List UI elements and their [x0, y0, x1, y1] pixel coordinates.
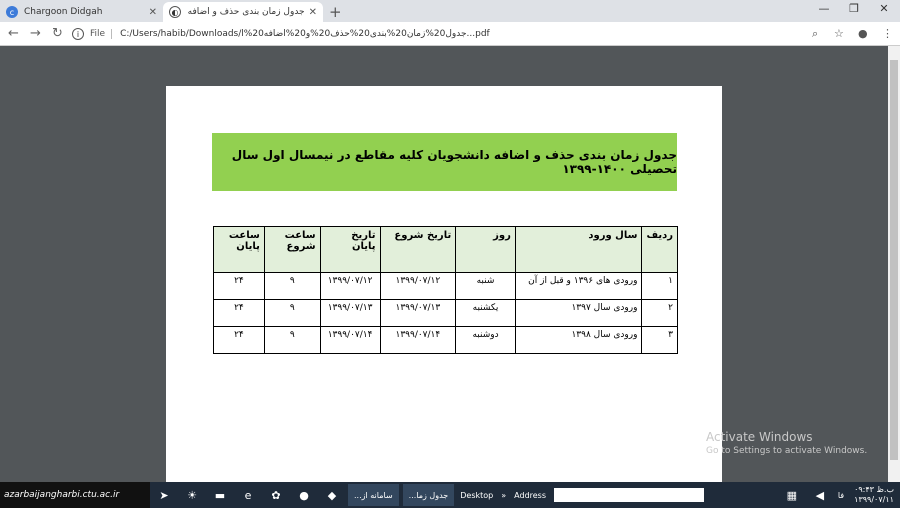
logo: azarbaijangharbi.ctu.ac.ir [0, 482, 150, 508]
schedule-table: ردیف سال ورود روز تاریخ شروع تاریخ پایان… [213, 226, 678, 354]
end-date: ۱۳۹۹/۰۷/۱۳ [319, 299, 381, 327]
edge-icon[interactable]: e [236, 485, 260, 505]
clock[interactable]: ۰۹:۴۳ ب.ظ ۱۳۹۹/۰۷/۱۱ [854, 485, 894, 505]
reload-button[interactable]: ↻ [52, 26, 63, 41]
minimize-button[interactable]: — [810, 2, 838, 15]
forward-button[interactable]: → [30, 26, 41, 41]
table-row: ۳ ورودی سال ۱۳۹۸ دوشنبه ۱۳۹۹/۰۷/۱۴ ۱۳۹۹/… [213, 326, 678, 354]
tab-pdf[interactable]: ◐ جدول زمان بندی حذف و اضافه ...pdf ✕ [163, 2, 323, 22]
close-window-button[interactable]: ✕ [870, 2, 898, 15]
menu-icon[interactable]: ⋮ [882, 27, 893, 40]
scrollbar[interactable] [888, 46, 900, 482]
url-text[interactable]: C:/Users/habib/Downloads/جدول20%زمان20%ب… [120, 29, 490, 39]
column-header: سال ورود [514, 226, 643, 273]
clock-time: ۰۹:۴۳ ب.ظ [854, 485, 894, 494]
taskbar: azarbaijangharbi.ctu.ac.ir ➤ ☀ ▬ e ✿ ● ◆… [0, 482, 900, 508]
language-indicator[interactable]: فا [838, 491, 844, 500]
activation-watermark: Activate Windows Go to Settings to activ… [706, 430, 867, 456]
taskbar-item-firefox[interactable]: ...سامانه از [348, 484, 399, 506]
row-number: ۱ [641, 272, 678, 300]
end-hour: ۲۴ [213, 272, 265, 300]
omnibox[interactable]: i File C:/Users/habib/Downloads/جدول20%ز… [72, 25, 832, 43]
close-icon[interactable]: ✕ [309, 7, 317, 18]
tab-strip: c Chargoon Didgah ✕ ◐ جدول زمان بندی حذف… [0, 0, 900, 22]
weekday: یکشنبه [455, 299, 516, 327]
row-number: ۳ [641, 326, 678, 354]
pdf-page: جدول زمان بندی حذف و اضافه دانشجویان کلی… [166, 86, 722, 486]
taskbar-address-input[interactable] [554, 488, 705, 502]
back-button[interactable]: ← [8, 26, 19, 41]
scrollbar-thumb[interactable] [890, 60, 898, 460]
tab-title: جدول زمان بندی حذف و اضافه ...pdf [187, 7, 305, 17]
zoom-icon[interactable]: ⌕ [812, 27, 818, 41]
tab-chargoon[interactable]: c Chargoon Didgah ✕ [0, 2, 163, 22]
end-date: ۱۳۹۹/۰۷/۱۲ [319, 272, 381, 300]
settings-icon[interactable]: ✿ [264, 485, 288, 505]
taskbar-item-chrome[interactable]: ...جدول زما [402, 484, 455, 506]
account-icon[interactable]: ● [858, 27, 868, 40]
entry-year: ورودی های ۱۳۹۶ و قبل از آن [514, 272, 643, 300]
start-hour: ۹ [263, 299, 321, 327]
start-date: ۱۳۹۹/۰۷/۱۲ [379, 272, 457, 300]
maximize-button[interactable]: ❐ [840, 2, 868, 15]
scheme-label: File [90, 29, 113, 39]
entry-year: ورودی سال ۱۳۹۷ [514, 299, 643, 327]
address-label: Address [514, 490, 547, 500]
address-bar: ← → ↻ i File C:/Users/habib/Downloads/جد… [0, 22, 900, 46]
star-icon[interactable]: ☆ [834, 27, 844, 40]
table-row: ۱ ورودی های ۱۳۹۶ و قبل از آن شنبه ۱۳۹۹/۰… [213, 272, 678, 300]
clock-date: ۱۳۹۹/۰۷/۱۱ [854, 495, 894, 504]
volume-icon[interactable]: ◀ [808, 485, 832, 505]
info-icon[interactable]: i [72, 28, 84, 40]
table-header-row: ردیف سال ورود روز تاریخ شروع تاریخ پایان… [213, 226, 678, 273]
chargoon-icon: c [6, 6, 18, 18]
watermark-subtitle: Go to Settings to activate Windows. [706, 446, 868, 456]
start-date: ۱۳۹۹/۰۷/۱۳ [379, 299, 457, 327]
network-icon[interactable]: ▦ [780, 485, 804, 505]
app-icon[interactable]: ◆ [320, 485, 344, 505]
document-heading: جدول زمان بندی حذف و اضافه دانشجویان کلی… [212, 133, 677, 191]
entry-year: ورودی سال ۱۳۹۸ [514, 326, 643, 354]
column-header: ساعت پایان [213, 226, 265, 273]
column-header: روز [455, 226, 516, 273]
start-hour: ۹ [263, 272, 321, 300]
end-hour: ۲۴ [213, 326, 265, 354]
firefox-icon[interactable]: ● [292, 485, 316, 505]
desktop-label[interactable]: Desktop [460, 491, 493, 500]
weekday: شنبه [455, 272, 516, 300]
tab-title: Chargoon Didgah [24, 7, 103, 17]
end-date: ۱۳۹۹/۰۷/۱۴ [319, 326, 381, 354]
new-tab-button[interactable]: + [329, 3, 342, 21]
start-hour: ۹ [263, 326, 321, 354]
close-icon[interactable]: ✕ [149, 7, 157, 18]
watermark-title: Activate Windows [706, 430, 813, 444]
system-tray: ▦ ◀ فا ۰۹:۴۳ ب.ظ ۱۳۹۹/۰۷/۱۱ [778, 485, 900, 505]
column-header: تاریخ شروع [379, 226, 457, 273]
weekday: دوشنبه [455, 326, 516, 354]
end-hour: ۲۴ [213, 299, 265, 327]
telegram-icon[interactable]: ➤ [152, 485, 176, 505]
row-number: ۲ [641, 299, 678, 327]
chevron-icon[interactable]: » [501, 491, 506, 500]
start-date: ۱۳۹۹/۰۷/۱۴ [379, 326, 457, 354]
folder-icon[interactable]: ▬ [208, 485, 232, 505]
pdf-viewer[interactable]: جدول زمان بندی حذف و اضافه دانشجویان کلی… [0, 46, 888, 486]
table-row: ۲ ورودی سال ۱۳۹۷ یکشنبه ۱۳۹۹/۰۷/۱۳ ۱۳۹۹/… [213, 299, 678, 327]
globe-icon: ◐ [169, 6, 181, 18]
column-header: ردیف [641, 226, 678, 273]
column-header: تاریخ پایان [319, 226, 381, 273]
brightness-icon[interactable]: ☀ [180, 485, 204, 505]
column-header: ساعت شروع [263, 226, 321, 273]
